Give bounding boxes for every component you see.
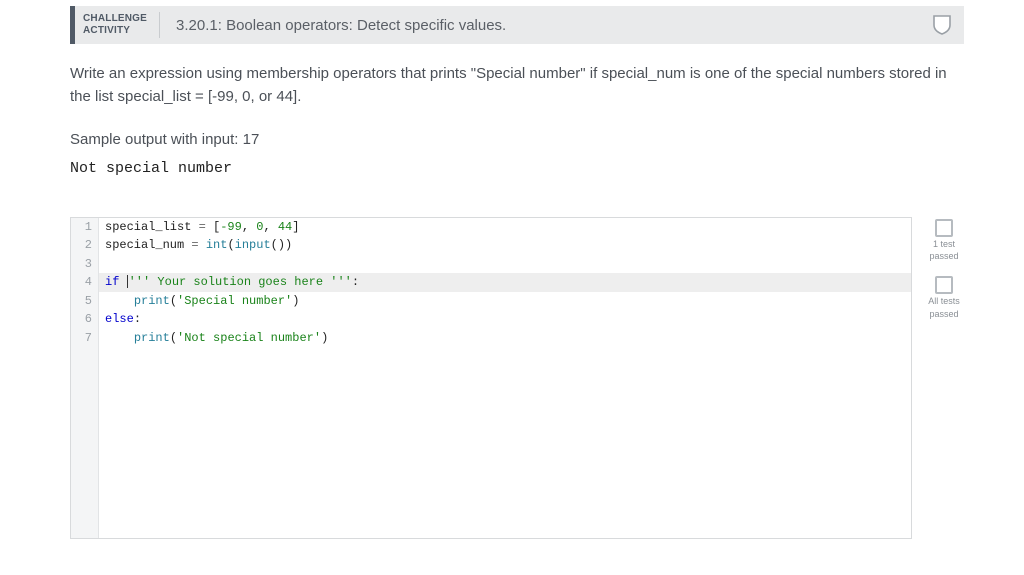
- line-number: 3: [71, 255, 99, 274]
- test-status-line2: passed: [929, 309, 958, 320]
- sample-output-value: Not special number: [70, 160, 964, 177]
- challenge-title: 3.20.1: Boolean operators: Detect specif…: [160, 6, 930, 44]
- text-cursor: [127, 275, 128, 288]
- test-status-item: 1 test passed: [929, 219, 958, 263]
- line-number: 4: [71, 273, 99, 292]
- challenge-header: CHALLENGE ACTIVITY 3.20.1: Boolean opera…: [70, 6, 964, 44]
- pocket-icon: [930, 13, 954, 37]
- line-number: 6: [71, 310, 99, 329]
- test-status-panel: 1 test passed All tests passed: [924, 217, 964, 320]
- code-line-active: 4 if ''' Your solution goes here ''':: [71, 273, 911, 292]
- challenge-label: CHALLENGE ACTIVITY: [75, 6, 159, 44]
- challenge-label-line1: CHALLENGE: [83, 13, 147, 25]
- code-content: special_list = [-99, 0, 44]: [99, 218, 299, 237]
- code-content: [99, 255, 105, 274]
- activity-container: CHALLENGE ACTIVITY 3.20.1: Boolean opera…: [0, 6, 1024, 539]
- code-editor[interactable]: 1 special_list = [-99, 0, 44] 2 special_…: [70, 217, 912, 539]
- line-number: 2: [71, 236, 99, 255]
- test-status-line2: passed: [929, 251, 958, 262]
- code-line: 1 special_list = [-99, 0, 44]: [71, 218, 911, 237]
- challenge-label-line2: ACTIVITY: [83, 25, 147, 37]
- editor-blank-area[interactable]: [71, 348, 911, 538]
- line-number: 7: [71, 329, 99, 348]
- checkbox-icon: [935, 276, 953, 294]
- code-line: 5 print('Special number'): [71, 292, 911, 311]
- instructions-text: Write an expression using membership ope…: [70, 62, 964, 109]
- editor-row: 1 special_list = [-99, 0, 44] 2 special_…: [70, 217, 964, 539]
- code-line: 6 else:: [71, 310, 911, 329]
- sample-output-label: Sample output with input: 17: [70, 131, 964, 148]
- test-status-item: All tests passed: [928, 276, 960, 320]
- code-line: 3: [71, 255, 911, 274]
- code-content: else:: [99, 310, 141, 329]
- code-content: if ''' Your solution goes here ''':: [99, 273, 359, 292]
- code-content: print('Not special number'): [99, 329, 328, 348]
- code-content: special_num = int(input()): [99, 236, 292, 255]
- code-content: print('Special number'): [99, 292, 299, 311]
- test-status-line1: All tests: [928, 296, 960, 307]
- test-status-line1: 1 test: [933, 239, 955, 250]
- line-number: 1: [71, 218, 99, 237]
- code-line: 7 print('Not special number'): [71, 329, 911, 348]
- line-number: 5: [71, 292, 99, 311]
- bookmark-button[interactable]: [930, 6, 964, 44]
- code-line: 2 special_num = int(input()): [71, 236, 911, 255]
- checkbox-icon: [935, 219, 953, 237]
